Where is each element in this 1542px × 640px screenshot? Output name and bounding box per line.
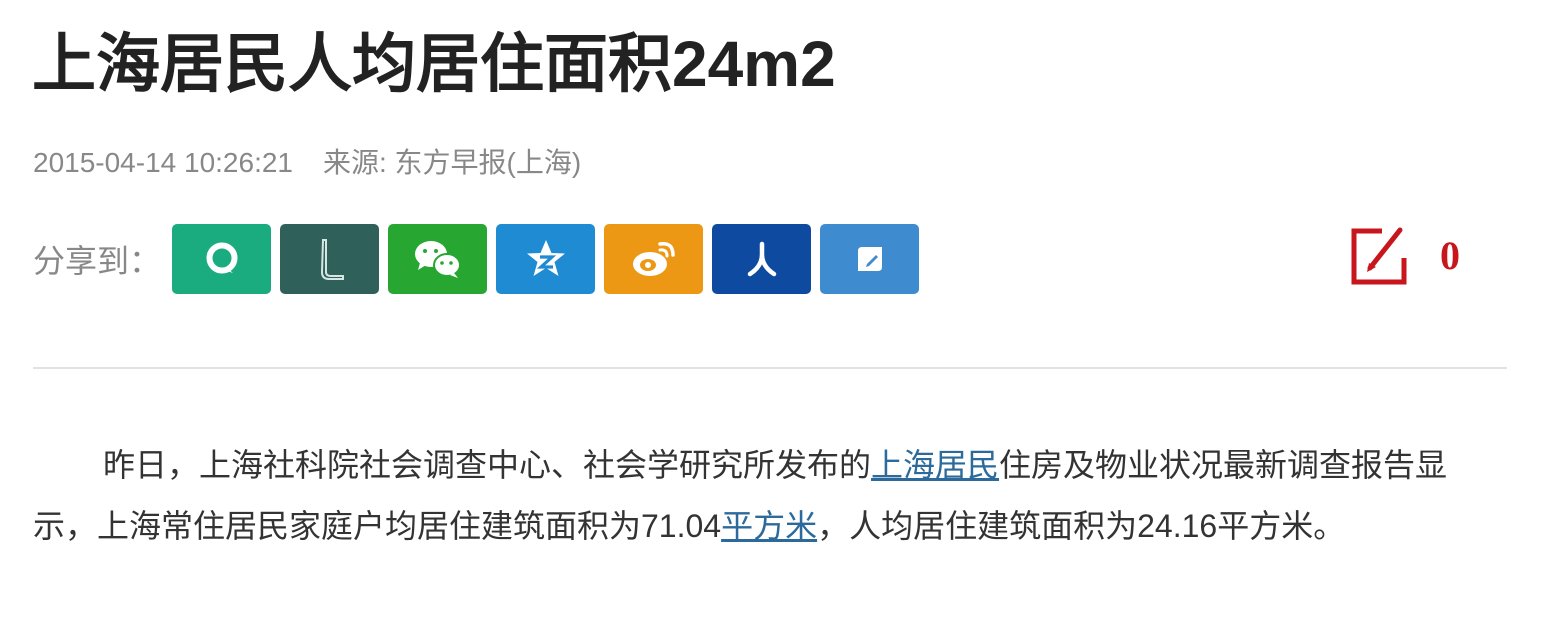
- comment-edit-icon: [1351, 227, 1407, 285]
- renren-icon: [747, 241, 776, 277]
- share-renren-button[interactable]: [712, 224, 811, 294]
- divider: [33, 367, 1507, 369]
- share-bar: 分享到：: [33, 224, 928, 294]
- share-l-button[interactable]: [280, 224, 379, 294]
- article-body: 昨日，上海社科院社会调查中心、社会学研究所发布的上海居民住房及物业状况最新调查报…: [33, 435, 1493, 557]
- paragraph-text: ，人均居住建筑面积为24.16平方米。: [817, 508, 1346, 544]
- l-icon: [320, 239, 344, 280]
- article-title: 上海居民人均居住面积24m2: [32, 28, 836, 100]
- share-edit-button[interactable]: [820, 224, 919, 294]
- paragraph-text: 昨日，上海社科院社会调查中心、社会学研究所发布的: [103, 447, 872, 483]
- edit-box-icon: [857, 247, 882, 271]
- share-label: 分享到：: [33, 243, 162, 279]
- link-square-meter[interactable]: 平方米: [721, 508, 817, 544]
- qq-star-icon: [526, 240, 565, 276]
- share-weibo-button[interactable]: [604, 224, 703, 294]
- qzone-icon: [206, 242, 237, 274]
- share-wechat-button[interactable]: [388, 224, 487, 294]
- article-meta: 2015-04-14 10:26:21 来源: 东方早报(上海): [33, 143, 581, 183]
- share-qq-button[interactable]: [496, 224, 595, 294]
- comment-count: 0: [1440, 232, 1460, 278]
- article-source: 来源: 东方早报(上海): [323, 147, 582, 178]
- comment-link[interactable]: 0: [1348, 222, 1460, 288]
- wechat-icon: [414, 241, 461, 278]
- share-qzone-button[interactable]: [172, 224, 271, 294]
- weibo-icon: [632, 241, 675, 276]
- link-shanghai-residents[interactable]: 上海居民: [871, 447, 999, 483]
- publish-datetime: 2015-04-14 10:26:21: [33, 147, 293, 178]
